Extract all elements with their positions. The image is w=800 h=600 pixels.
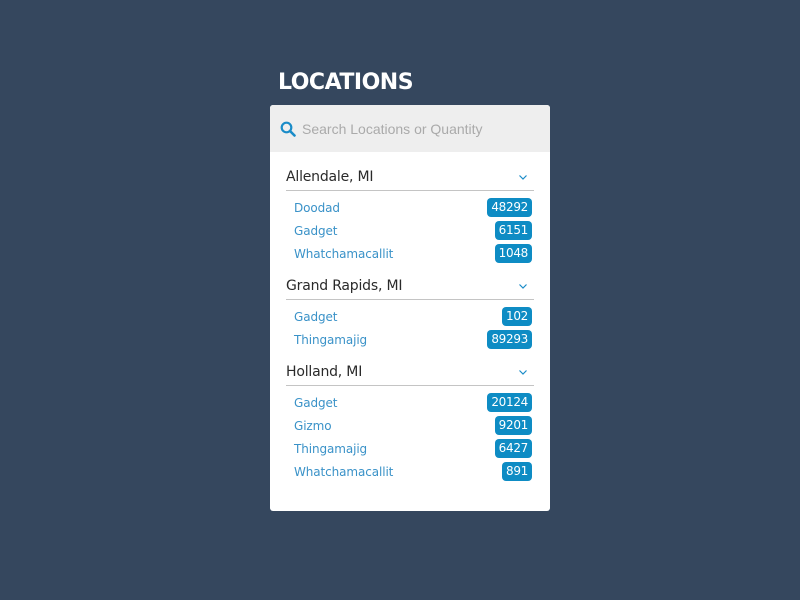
item-label[interactable]: Whatchamacallit xyxy=(294,465,393,479)
location-header[interactable]: Allendale, MI xyxy=(286,167,534,191)
locations-panel: Allendale, MI Doodad 48292 Gadget 6151 W… xyxy=(270,105,550,511)
location-group: Grand Rapids, MI Gadget 102 Thingamajig … xyxy=(286,276,534,351)
location-name: Allendale, MI xyxy=(286,169,374,185)
list-item[interactable]: Doodad 48292 xyxy=(286,196,534,219)
item-label[interactable]: Whatchamacallit xyxy=(294,247,393,261)
list-item[interactable]: Gizmo 9201 xyxy=(286,414,534,437)
count-badge: 6427 xyxy=(494,439,532,458)
count-badge: 6151 xyxy=(494,221,532,240)
search-icon[interactable] xyxy=(280,121,296,137)
chevron-down-icon[interactable] xyxy=(518,169,534,188)
item-label[interactable]: Gadget xyxy=(294,310,337,324)
list-item[interactable]: Gadget 6151 xyxy=(286,219,534,242)
list-item[interactable]: Thingamajig 6427 xyxy=(286,437,534,460)
count-badge: 89293 xyxy=(487,330,532,349)
item-label[interactable]: Gizmo xyxy=(294,419,332,433)
item-label[interactable]: Gadget xyxy=(294,224,337,238)
count-badge: 20124 xyxy=(487,393,532,412)
item-label[interactable]: Thingamajig xyxy=(294,333,367,347)
location-groups: Allendale, MI Doodad 48292 Gadget 6151 W… xyxy=(270,152,550,483)
item-label[interactable]: Thingamajig xyxy=(294,442,367,456)
list-item[interactable]: Gadget 20124 xyxy=(286,391,534,414)
list-item[interactable]: Whatchamacallit 891 xyxy=(286,460,534,483)
search-input[interactable] xyxy=(302,116,542,141)
count-badge: 1048 xyxy=(494,244,532,263)
count-badge: 48292 xyxy=(487,198,532,217)
chevron-down-icon[interactable] xyxy=(518,364,534,383)
item-label[interactable]: Gadget xyxy=(294,396,337,410)
chevron-down-icon[interactable] xyxy=(518,278,534,297)
location-group: Holland, MI Gadget 20124 Gizmo 9201 Thin… xyxy=(286,362,534,483)
list-item[interactable]: Thingamajig 89293 xyxy=(286,328,534,351)
list-item[interactable]: Gadget 102 xyxy=(286,305,534,328)
location-name: Holland, MI xyxy=(286,364,363,380)
location-header[interactable]: Grand Rapids, MI xyxy=(286,276,534,300)
page-title: LOCATIONS xyxy=(278,70,414,95)
search-bar xyxy=(270,105,550,152)
location-name: Grand Rapids, MI xyxy=(286,278,403,294)
count-badge: 891 xyxy=(501,462,532,481)
count-badge: 9201 xyxy=(494,416,532,435)
item-label[interactable]: Doodad xyxy=(294,201,340,215)
count-badge: 102 xyxy=(501,307,532,326)
location-group: Allendale, MI Doodad 48292 Gadget 6151 W… xyxy=(286,167,534,265)
location-header[interactable]: Holland, MI xyxy=(286,362,534,386)
list-item[interactable]: Whatchamacallit 1048 xyxy=(286,242,534,265)
